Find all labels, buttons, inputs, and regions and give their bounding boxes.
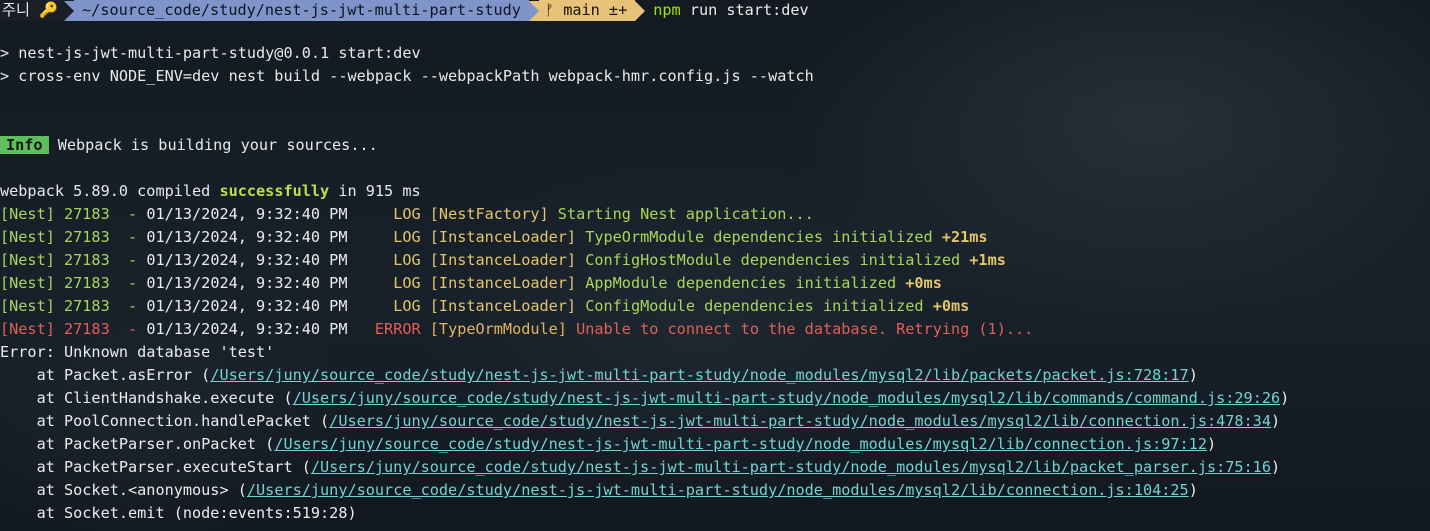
log-context: [TypeOrmModule] — [429, 320, 577, 338]
prompt-path: ~/source_code/study/nest-js-jwt-multi-pa… — [74, 0, 529, 21]
log-tag: [Nest] 27183 - — [0, 297, 147, 315]
command-name: npm — [653, 1, 681, 19]
log-time: 01/13/2024, 9:32:40 PM — [146, 251, 394, 269]
log-line: [Nest] 27183 - 01/13/2024, 9:32:40 PM LO… — [0, 203, 1430, 226]
log-line: [Nest] 27183 - 01/13/2024, 9:32:40 PM LO… — [0, 249, 1430, 272]
log-time: 01/13/2024, 9:32:40 PM — [146, 320, 375, 338]
log-level: LOG — [393, 297, 430, 315]
webpack-info-line: Info Webpack is building your sources... — [0, 134, 1430, 157]
stack-file-link[interactable]: /Users/juny/source_code/study/nest-js-jw… — [247, 481, 1189, 499]
stack-frame-label: at Socket.emit (node:events:519:28) — [0, 504, 357, 522]
shell-prompt: 주니 🔑 ~/source_code/study/nest-js-jwt-mult… — [0, 0, 1430, 21]
stack-frame: at PacketParser.executeStart (/Users/jun… — [0, 456, 1430, 479]
npm-script-line: > cross-env NODE_ENV=dev nest build --we… — [0, 67, 814, 85]
log-context: [NestFactory] — [429, 205, 558, 223]
stack-frame-close: ) — [1188, 366, 1198, 384]
log-time: 01/13/2024, 9:32:40 PM — [146, 228, 394, 246]
stack-frame-label: at PoolConnection.handlePacket ( — [0, 412, 330, 430]
stack-file-link[interactable]: /Users/juny/source_code/study/nest-js-jw… — [210, 366, 1188, 384]
log-message: ConfigHostModule dependencies initialize… — [585, 251, 970, 269]
log-context: [InstanceLoader] — [429, 228, 586, 246]
log-context: [InstanceLoader] — [429, 251, 586, 269]
compiled-status: successfully — [219, 182, 330, 200]
stack-file-link[interactable]: /Users/juny/source_code/study/nest-js-jw… — [293, 389, 1281, 407]
prompt-branch: main ±+ — [563, 1, 628, 19]
stack-frame-close: ) — [1188, 481, 1198, 499]
stack-frame-label: at PacketParser.onPacket ( — [0, 435, 275, 453]
log-time: 01/13/2024, 9:32:40 PM — [146, 205, 394, 223]
log-context: [InstanceLoader] — [429, 274, 586, 292]
compiled-line: webpack 5.89.0 compiled successfully in … — [0, 180, 1430, 203]
info-badge: Info — [0, 136, 49, 154]
prompt-separator — [64, 0, 75, 21]
log-line-error: [Nest] 27183 - 01/13/2024, 9:32:40 PM ER… — [0, 318, 1430, 341]
log-delta: +0ms — [932, 297, 970, 315]
stack-frame-close: ) — [1270, 458, 1281, 476]
log-level: LOG — [393, 274, 430, 292]
log-tag: [Nest] 27183 - — [0, 228, 147, 246]
log-message: TypeOrmModule dependencies initialized — [585, 228, 942, 246]
prompt-separator — [528, 0, 539, 21]
log-line: [Nest] 27183 - 01/13/2024, 9:32:40 PM LO… — [0, 295, 1430, 318]
stack-frame-close: ) — [1280, 389, 1290, 407]
prompt-command: npm run start:dev — [645, 0, 808, 21]
log-line: [Nest] 27183 - 01/13/2024, 9:32:40 PM LO… — [0, 272, 1430, 295]
log-level: ERROR — [374, 320, 430, 338]
log-message: ConfigModule dependencies initialized — [585, 297, 933, 315]
stack-frame: at PoolConnection.handlePacket (/Users/j… — [0, 410, 1430, 433]
stack-frame-label: at PacketParser.executeStart ( — [0, 458, 311, 476]
log-context: [InstanceLoader] — [429, 297, 586, 315]
prompt-user: 주니 — [2, 1, 30, 19]
stack-file-link[interactable]: /Users/juny/source_code/study/nest-js-jw… — [311, 458, 1271, 476]
stack-file-link[interactable]: /Users/juny/source_code/study/nest-js-jw… — [329, 412, 1271, 430]
log-tag: [Nest] 27183 - — [0, 251, 147, 269]
stack-frame: at Packet.asError (/Users/juny/source_co… — [0, 364, 1430, 387]
log-level: LOG — [393, 251, 430, 269]
stack-frame-label: at ClientHandshake.execute ( — [0, 389, 293, 407]
log-message: Unable to connect to the database. Retry… — [576, 320, 1034, 338]
command-args: run start:dev — [680, 1, 809, 19]
info-text: Webpack is building your sources... — [48, 136, 378, 154]
prompt-git-segment: ᚠ main ±+ — [538, 0, 636, 21]
prompt-user-segment: 주니 🔑 — [0, 0, 65, 21]
log-message: Starting Nest application... — [557, 205, 814, 223]
stack-frame: at Socket.emit (node:events:519:28) — [0, 502, 1430, 525]
compiled-suffix: in 915 ms — [329, 182, 421, 200]
log-tag: [Nest] 27183 - — [0, 274, 147, 292]
git-branch-icon: ᚠ — [544, 1, 555, 19]
prompt-separator — [635, 0, 646, 21]
error-title: Error: Unknown database 'test' — [0, 343, 275, 361]
log-line: [Nest] 27183 - 01/13/2024, 9:32:40 PM LO… — [0, 226, 1430, 249]
log-time: 01/13/2024, 9:32:40 PM — [146, 274, 394, 292]
log-time: 01/13/2024, 9:32:40 PM — [146, 297, 394, 315]
stack-frame: at ClientHandshake.execute (/Users/juny/… — [0, 387, 1430, 410]
log-tag: [Nest] 27183 - — [0, 205, 147, 223]
stack-frame-label: at Socket.<anonymous> ( — [0, 481, 247, 499]
stack-frame-label: at Packet.asError ( — [0, 366, 211, 384]
log-level: LOG — [393, 228, 430, 246]
log-delta: +21ms — [941, 228, 988, 246]
compiled-prefix: webpack 5.89.0 compiled — [0, 182, 220, 200]
stack-file-link[interactable]: /Users/juny/source_code/study/nest-js-jw… — [274, 435, 1207, 453]
stack-frame-close: ) — [1206, 435, 1217, 453]
log-tag: [Nest] 27183 - — [0, 320, 147, 338]
key-icon: 🔑 — [39, 1, 59, 19]
npm-script-line: > nest-js-jwt-multi-part-study@0.0.1 sta… — [0, 44, 421, 62]
log-delta: +1ms — [969, 251, 1006, 269]
log-message: AppModule dependencies initialized — [585, 274, 906, 292]
stack-frame: at Socket.<anonymous> (/Users/juny/sourc… — [0, 479, 1430, 502]
log-delta: +0ms — [905, 274, 942, 292]
terminal-output[interactable]: 주니 🔑 ~/source_code/study/nest-js-jwt-mult… — [0, 0, 1430, 525]
stack-frame-close: ) — [1270, 412, 1281, 430]
log-level: LOG — [393, 205, 430, 223]
stack-frame: at PacketParser.onPacket (/Users/juny/so… — [0, 433, 1430, 456]
